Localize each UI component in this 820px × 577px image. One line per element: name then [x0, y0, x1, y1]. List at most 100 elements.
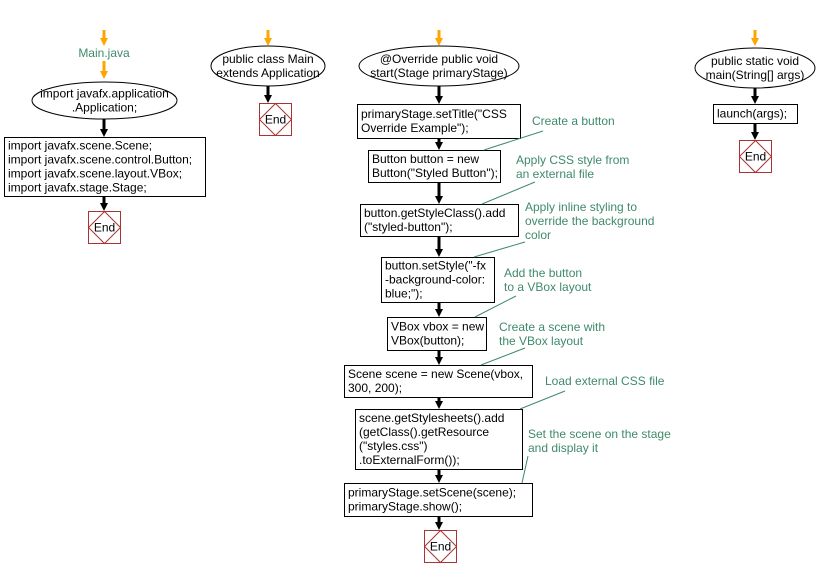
text-line: blue;");: [385, 287, 423, 301]
comment: Set the scene on the stageand display it: [521, 427, 671, 484]
process-node: import javafx.scene.Scene; import javafx.…: [4, 137, 206, 197]
text-line: import javafx.application: [40, 87, 169, 101]
text-line: .Application;: [72, 101, 137, 115]
text-line: VBox vbox = new: [391, 320, 484, 334]
file-label: Main.java: [78, 46, 130, 60]
arrowhead-icon: [751, 38, 759, 46]
flow-4: public static voidmain(String[] args) lau…: [694, 47, 816, 174]
text-line: main(String[] args): [706, 68, 805, 82]
text-line: and display it: [528, 441, 599, 455]
arrowhead-icon: [435, 309, 443, 317]
start-arrow: [751, 30, 759, 46]
text-line: primaryStage.show();: [348, 500, 462, 514]
flow-arrow: [435, 516, 443, 530]
end-node: End: [258, 102, 293, 137]
flow-arrow: [751, 88, 759, 104]
flow-3: @Override public voidstart(Stage primary…: [344, 45, 671, 564]
arrowhead-icon: [435, 249, 443, 257]
flowchart: Main.java import javafx.application.Appli…: [4, 30, 816, 564]
start-node: import javafx.application.Application;: [31, 81, 178, 120]
text-line: the VBox layout: [499, 334, 584, 348]
comment-connector: [473, 241, 526, 258]
arrowhead-icon: [435, 475, 443, 483]
flow-arrow: [435, 182, 443, 204]
comment: Apply CSS style froman external file: [481, 153, 629, 205]
start-arrow: [435, 30, 443, 46]
arrowhead-icon: [435, 142, 443, 150]
arrowhead-icon: [435, 357, 443, 365]
start-node: public static voidmain(String[] args): [694, 47, 816, 89]
text-line: Add the button: [504, 266, 582, 280]
flow-arrow: [435, 469, 443, 483]
end-node: End: [423, 529, 458, 564]
text-line: public static void: [711, 54, 799, 68]
end-node: End: [87, 210, 122, 245]
text-line: Scene scene = new Scene(vbox,: [348, 367, 523, 381]
arrowhead-icon: [100, 129, 108, 137]
text-line: -background-color:: [385, 273, 485, 287]
text-line: Override Example");: [361, 121, 469, 135]
process-node: Scene scene = new Scene(vbox,300, 200);: [344, 365, 533, 398]
text-line: start(Stage primaryStage): [370, 66, 507, 80]
flow-arrow: [100, 196, 108, 211]
text-line: color: [525, 228, 551, 242]
text-line: Button button = new: [372, 152, 479, 166]
text-line: primaryStage.setTitle("CSS: [361, 107, 507, 121]
text-line: @Override public void: [380, 52, 498, 66]
text-line: Create a button: [532, 114, 615, 128]
text-line: VBox(button);: [391, 334, 464, 348]
comment-connector: [480, 347, 526, 366]
comment: Load external CSS file: [519, 374, 665, 410]
text-line: Button("Styled Button");: [372, 166, 498, 180]
text-line: Set the scene on the stage: [528, 427, 671, 441]
text-line: public class Main: [222, 52, 313, 66]
flow-arrow: [435, 236, 443, 257]
arrowhead-icon: [751, 96, 759, 104]
text-line: import javafx.scene.Scene;: [8, 139, 152, 153]
text-line: scene.getStylesheets().add: [359, 411, 504, 425]
flow-arrow: [751, 123, 759, 140]
comment: Create a scene withthe VBox layout: [480, 320, 605, 366]
flow-arrow: [100, 119, 108, 137]
flow-arrow: [264, 86, 272, 103]
text-line: import javafx.stage.Stage;: [8, 181, 147, 195]
arrowhead-icon: [100, 71, 108, 79]
text-line: import javafx.scene.layout.VBox;: [8, 167, 182, 181]
arrowhead-icon: [435, 401, 443, 409]
process-node: primaryStage.setTitle("CSSOverride Examp…: [357, 104, 521, 139]
text-line: ("styles.css"): [359, 439, 428, 453]
process-node: Button button = newButton("Styled Button…: [368, 150, 501, 183]
arrowhead-icon: [435, 522, 443, 530]
arrowhead-icon: [435, 196, 443, 204]
text-line: End: [94, 221, 115, 235]
text-line: extends Application: [216, 66, 319, 80]
arrowhead-icon: [100, 203, 108, 211]
text-line: Create a scene with: [499, 320, 605, 334]
arrowhead-icon: [264, 38, 272, 46]
arrowhead-icon: [435, 96, 443, 104]
start-arrow: [264, 30, 272, 46]
flow-arrow: [435, 86, 443, 104]
text-line: (getClass().getResource: [359, 425, 489, 439]
arrowhead-icon: [100, 38, 108, 46]
arrowhead-icon: [435, 38, 443, 46]
arrowhead-icon: [751, 132, 759, 140]
text-line: End: [745, 150, 766, 164]
process-node: launch(args);: [713, 104, 798, 124]
arrowhead-icon: [264, 95, 272, 103]
process-node: primaryStage.setScene(scene);primaryStag…: [344, 483, 533, 517]
process-node: scene.getStylesheets().add(getClass().ge…: [355, 409, 523, 470]
process-node: button.getStyleClass().add("styled-butto…: [360, 204, 519, 237]
text-line: .toExternalForm());: [359, 453, 460, 467]
text-line: Apply CSS style from: [516, 153, 629, 167]
flow-arrow: [435, 302, 443, 317]
flow-arrow: [435, 350, 443, 365]
start-node: public class Mainextends Application: [210, 45, 326, 87]
text-line: Apply inline styling to: [525, 200, 637, 214]
text-line: End: [430, 540, 451, 554]
start-arrow: [100, 30, 108, 46]
start-arrow: [100, 61, 108, 79]
end-node: End: [738, 139, 773, 174]
text-line: Load external CSS file: [545, 374, 665, 388]
process-node: button.setStyle("-fx-background-color:bl…: [381, 257, 495, 303]
